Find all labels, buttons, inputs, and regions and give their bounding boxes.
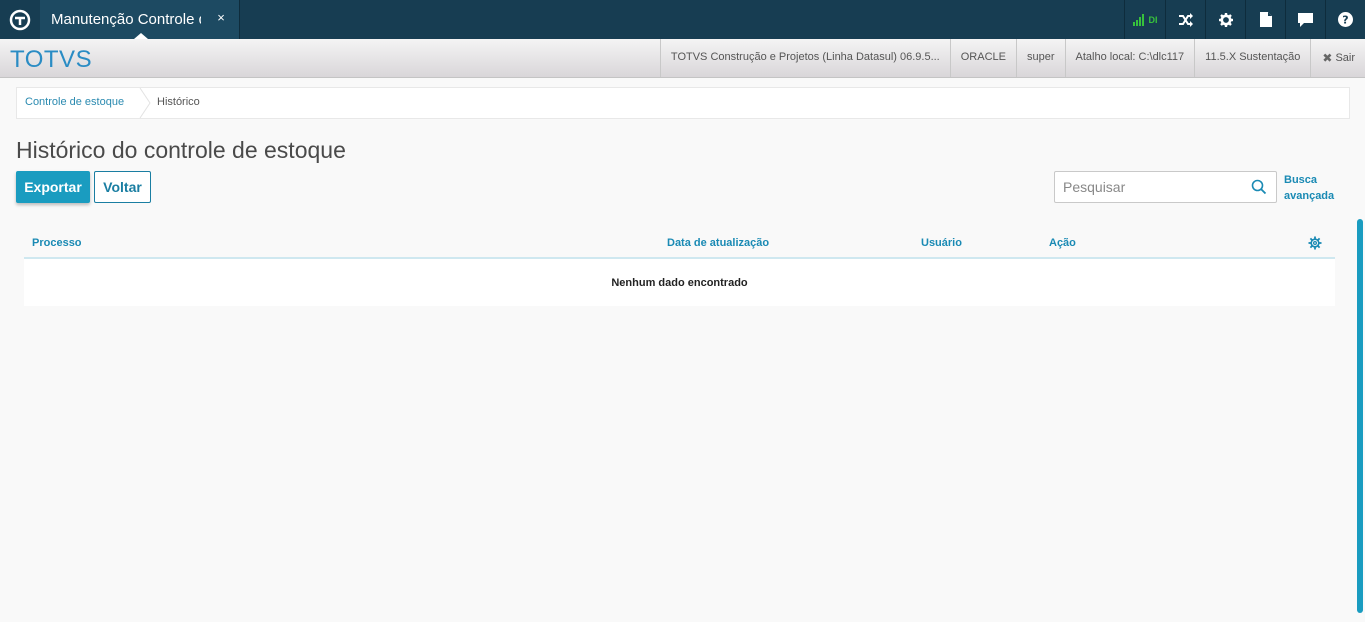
breadcrumb: Controle de estoque Histórico xyxy=(16,87,1350,119)
signal-icon[interactable]: DI xyxy=(1124,0,1165,39)
shuffle-icon[interactable] xyxy=(1165,0,1205,39)
shortcut-info[interactable]: Atalho local: C:\dlc117 xyxy=(1064,39,1195,77)
product-info[interactable]: TOTVS Construção e Projetos (Linha Datas… xyxy=(659,39,950,77)
totvs-logo-icon[interactable] xyxy=(0,0,39,39)
search-input[interactable] xyxy=(1055,172,1245,202)
advanced-search-line1: Busca xyxy=(1284,174,1318,186)
top-bar: Manutenção Controle de Estoque × DI xyxy=(0,0,1365,39)
column-acao[interactable]: Ação xyxy=(1049,237,1076,249)
vertical-scrollbar[interactable] xyxy=(1357,219,1363,613)
exit-button[interactable]: ✖ Sair xyxy=(1310,39,1365,77)
exit-label: Sair xyxy=(1335,52,1355,64)
column-settings-gear-icon[interactable] xyxy=(1308,236,1322,250)
tab-label: Manutenção Controle de Estoque xyxy=(51,11,201,28)
svg-text:?: ? xyxy=(1342,14,1348,27)
chat-icon[interactable] xyxy=(1285,0,1325,39)
column-usuario[interactable]: Usuário xyxy=(921,237,962,249)
signal-label: DI xyxy=(1148,14,1158,25)
column-processo[interactable]: Processo xyxy=(32,237,82,249)
help-icon[interactable]: ? xyxy=(1325,0,1365,39)
database-info[interactable]: ORACLE xyxy=(949,39,1016,77)
top-icon-group: DI ? xyxy=(1124,0,1365,39)
empty-table-message: Nenhum dado encontrado xyxy=(611,277,748,289)
history-table: Processo Data de atualização Usuário Açã… xyxy=(24,230,1335,306)
breadcrumb-item-controle-estoque[interactable]: Controle de estoque xyxy=(25,96,124,108)
session-info: TOTVS Construção e Projetos (Linha Datas… xyxy=(659,39,1365,77)
export-button[interactable]: Exportar xyxy=(16,171,90,203)
gear-icon[interactable] xyxy=(1205,0,1245,39)
header-bar: TOTVS TOTVS Construção e Projetos (Linha… xyxy=(0,39,1365,78)
advanced-search-link[interactable]: Busca avançada xyxy=(1284,172,1344,204)
breadcrumb-separator xyxy=(139,88,151,118)
advanced-search-line2: avançada xyxy=(1284,190,1335,202)
brand-logo: TOTVS xyxy=(10,46,93,73)
column-data-atualizacao[interactable]: Data de atualização xyxy=(667,237,769,249)
back-button[interactable]: Voltar xyxy=(94,171,151,203)
page-title: Histórico do controle de estoque xyxy=(16,137,346,163)
document-icon[interactable] xyxy=(1245,0,1285,39)
search-icon[interactable] xyxy=(1251,179,1267,195)
breadcrumb-item-historico: Histórico xyxy=(157,96,200,108)
table-header: Processo Data de atualização Usuário Açã… xyxy=(24,230,1335,259)
user-info[interactable]: super xyxy=(1016,39,1065,77)
tab-manutencao-controle[interactable]: Manutenção Controle de Estoque × xyxy=(40,0,240,39)
close-icon: ✖ xyxy=(1322,51,1333,65)
tab-close-icon[interactable]: × xyxy=(214,10,228,25)
version-info[interactable]: 11.5.X Sustentação xyxy=(1194,39,1310,77)
search-box xyxy=(1054,171,1277,203)
